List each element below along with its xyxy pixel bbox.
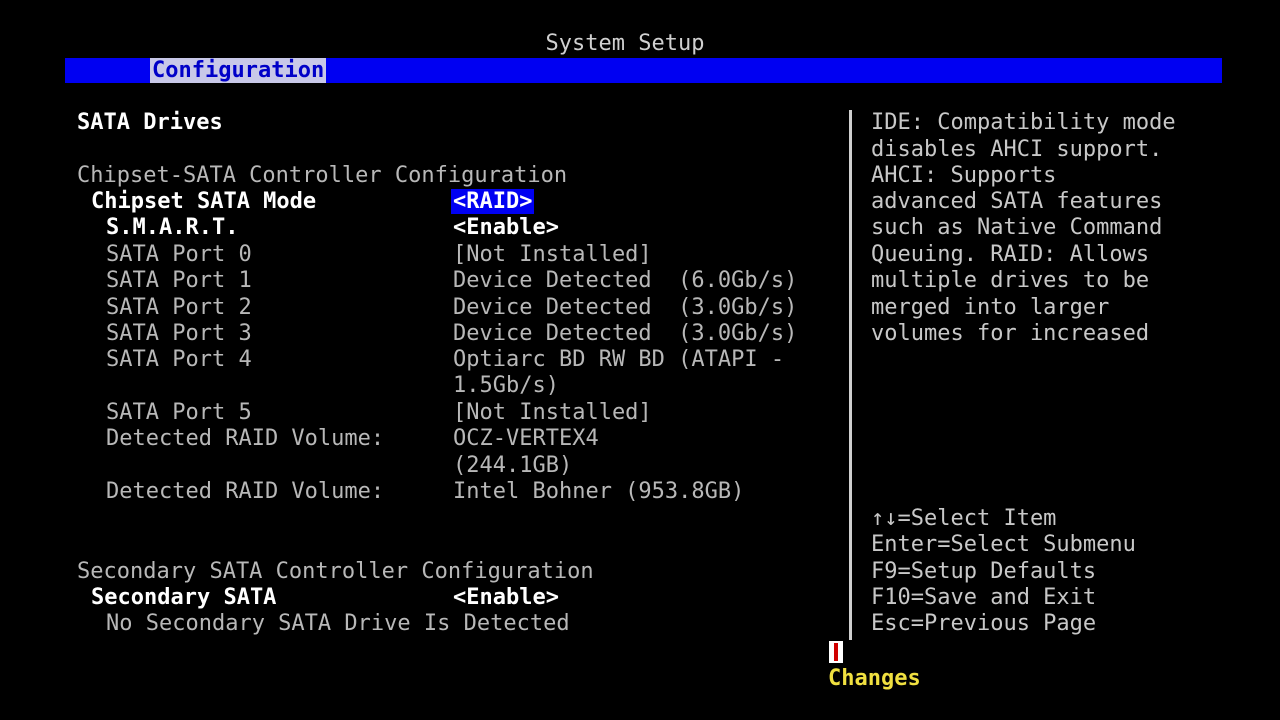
chipset-mode-label[interactable]: Chipset SATA Mode xyxy=(91,189,316,215)
tab-configuration[interactable]: Configuration xyxy=(150,58,327,83)
secondary-sata-label[interactable]: Secondary SATA xyxy=(91,585,276,611)
help-line-7: multiple drives to be xyxy=(871,268,1150,293)
help-line-4: advanced SATA features xyxy=(871,189,1163,214)
window-title: System Setup xyxy=(545,31,705,56)
menu-bar: Configuration xyxy=(65,58,1222,83)
key-help-setup-defaults: F9=Setup Defaults xyxy=(871,559,1097,584)
key-help-select-item: ↑↓=Select Item xyxy=(871,506,1057,531)
sata-port-3-value: Device Detected (3.0Gb/s) xyxy=(453,321,798,346)
raid-volume-1-label: Detected RAID Volume: xyxy=(106,426,385,451)
sata-port-0-label: SATA Port 0 xyxy=(106,242,252,267)
sata-port-1-value: Device Detected (6.0Gb/s) xyxy=(453,268,798,293)
section-title: SATA Drives xyxy=(77,110,223,135)
key-help-previous-page: Esc=Previous Page xyxy=(871,611,1097,636)
sata-port-1-label: SATA Port 1 xyxy=(106,268,252,293)
key-help-save-exit: F10=Save and Exit xyxy=(871,585,1097,610)
secondary-header: Secondary SATA Controller Configuration xyxy=(77,559,594,584)
smart-value[interactable]: <Enable> xyxy=(453,215,559,241)
sata-port-4-label: SATA Port 4 xyxy=(106,347,252,372)
secondary-sata-value[interactable]: <Enable> xyxy=(453,585,559,611)
sata-port-5-label: SATA Port 5 xyxy=(106,400,252,425)
help-line-5: such as Native Command xyxy=(871,215,1163,240)
help-line-9: volumes for increased xyxy=(871,321,1150,346)
chipset-mode-value[interactable]: <RAID> xyxy=(451,189,535,214)
sata-port-0-value: [Not Installed] xyxy=(453,242,652,267)
sata-port-5-value: [Not Installed] xyxy=(453,400,652,425)
help-line-6: Queuing. RAID: Allows xyxy=(871,242,1150,267)
help-line-1: IDE: Compatibility mode xyxy=(871,110,1176,135)
raid-volume-2-value: Intel Bohner (953.8GB) xyxy=(453,479,745,504)
help-line-8: merged into larger xyxy=(871,295,1110,320)
help-line-2: disables AHCI support. xyxy=(871,137,1163,162)
sata-port-4-value-cont: 1.5Gb/s) xyxy=(453,373,559,398)
sata-port-3-label: SATA Port 3 xyxy=(106,321,252,346)
cursor-arrow-icon xyxy=(829,641,843,663)
smart-label[interactable]: S.M.A.R.T. xyxy=(106,215,238,241)
chipset-header: Chipset-SATA Controller Configuration xyxy=(77,163,568,188)
secondary-note: No Secondary SATA Drive Is Detected xyxy=(106,611,570,636)
changes-label: Changes xyxy=(828,666,921,691)
help-line-3: AHCI: Supports xyxy=(871,163,1057,188)
sata-port-2-value: Device Detected (3.0Gb/s) xyxy=(453,295,798,320)
sata-port-2-label: SATA Port 2 xyxy=(106,295,252,320)
key-help-select-submenu: Enter=Select Submenu xyxy=(871,532,1136,557)
raid-volume-1-size: (244.1GB) xyxy=(453,453,573,478)
panel-divider xyxy=(849,110,852,640)
sata-port-4-value: Optiarc BD RW BD (ATAPI - xyxy=(453,347,785,372)
raid-volume-1-value: OCZ-VERTEX4 xyxy=(453,426,599,451)
raid-volume-2-label: Detected RAID Volume: xyxy=(106,479,385,504)
